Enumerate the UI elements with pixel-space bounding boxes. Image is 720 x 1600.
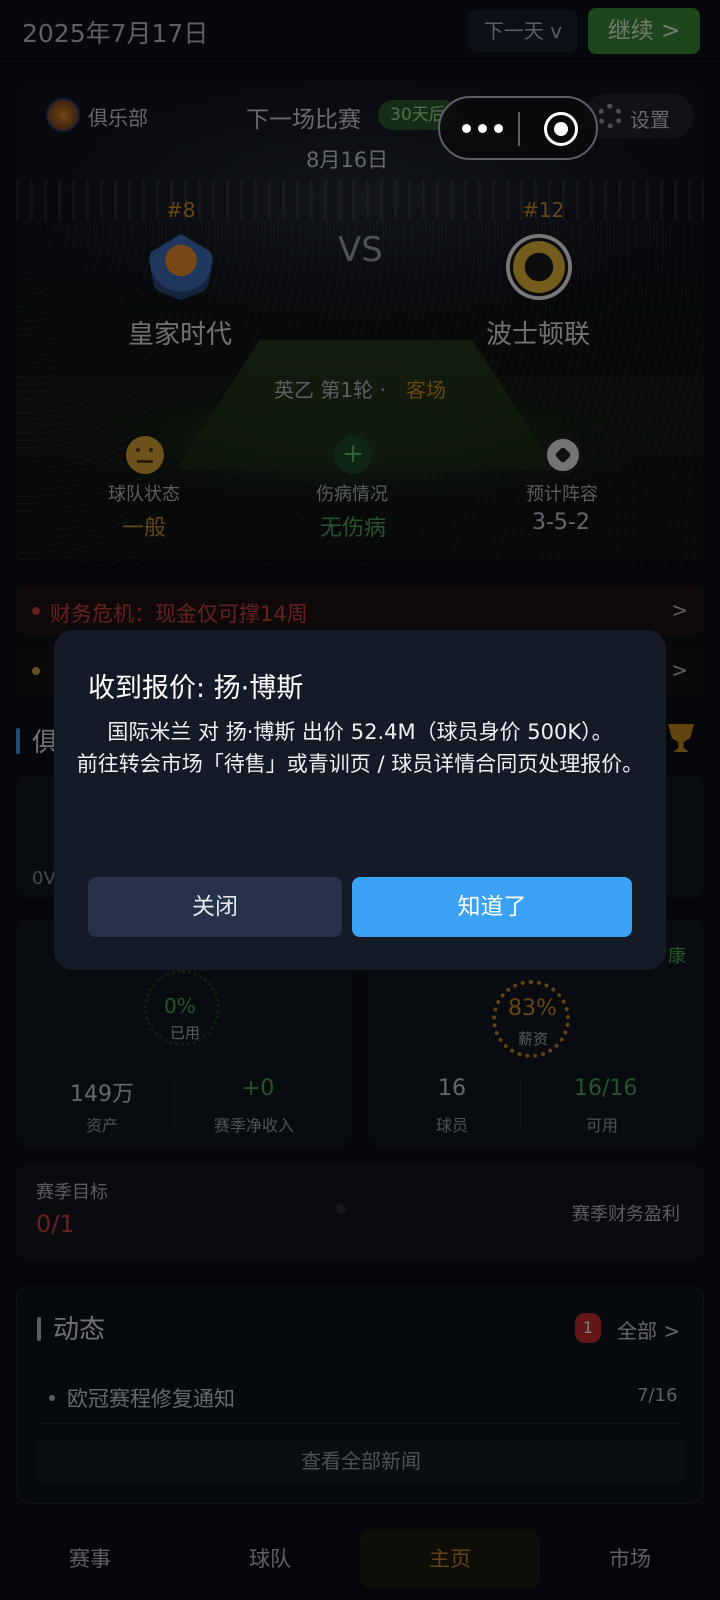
close-button[interactable]: 关闭 xyxy=(88,877,342,937)
more-options-icon[interactable] xyxy=(462,110,506,146)
dialog-title: 收到报价: 扬·博斯 xyxy=(88,673,304,704)
acknowledge-button[interactable]: 知道了 xyxy=(352,877,632,937)
close-miniprogram-icon[interactable] xyxy=(544,112,578,146)
transfer-offer-dialog: 收到报价: 扬·博斯 国际米兰 对 扬·博斯 出价 52.4M（球员身价 500… xyxy=(54,630,666,970)
dialog-message: 国际米兰 对 扬·博斯 出价 52.4M（球员身价 500K）。 前往转会市场「… xyxy=(74,716,646,780)
miniprogram-capsule xyxy=(438,96,598,160)
dialog-message-line: 前往转会市场「待售」或青训页 / 球员详情合同页处理报价。 xyxy=(76,752,644,776)
divider xyxy=(518,112,520,146)
dialog-message-line: 国际米兰 对 扬·博斯 出价 52.4M（球员身价 500K）。 xyxy=(107,720,613,744)
